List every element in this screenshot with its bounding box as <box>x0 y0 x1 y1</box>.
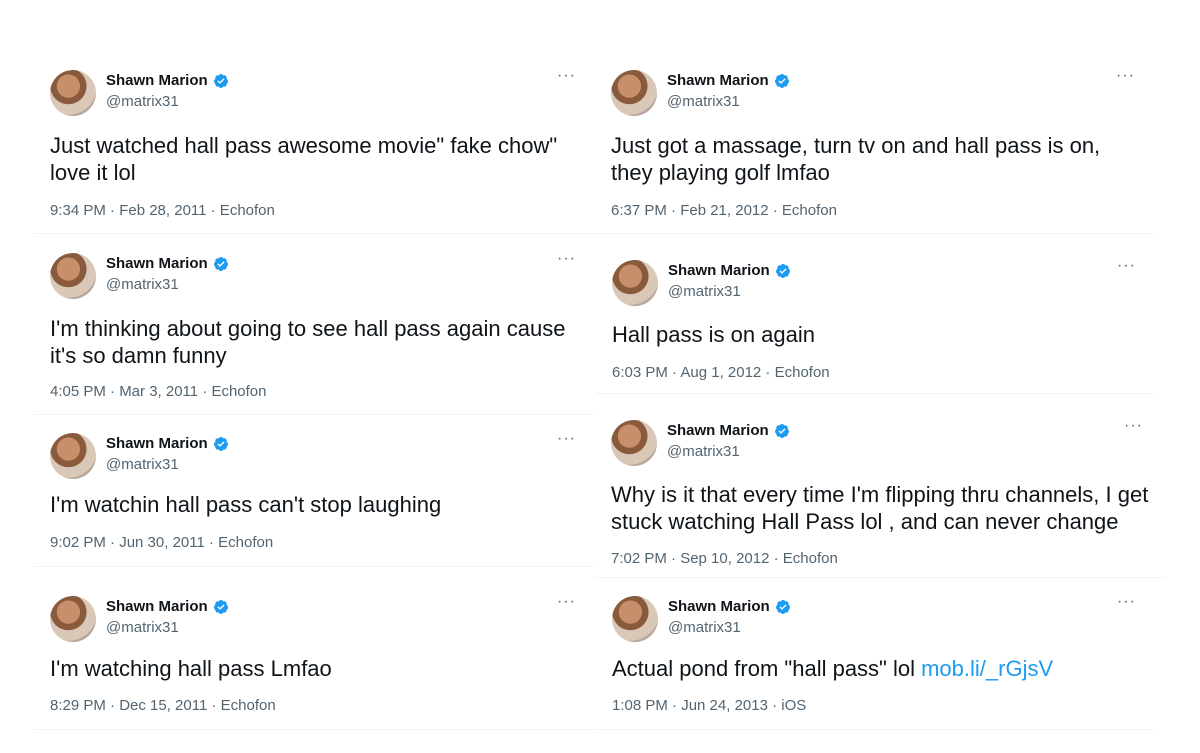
author-name[interactable]: Shawn Marion <box>667 72 790 89</box>
tweet-timestamp[interactable]: 9:02 PM · Jun 30, 2011 · Echofon <box>50 534 273 551</box>
author-handle[interactable]: @matrix31 <box>106 93 179 110</box>
tweet-text-body: Actual pond from "hall pass" lol <box>612 656 922 681</box>
tweet-card[interactable]: Shawn Marion @matrix31 ··· Just got a ma… <box>595 54 1153 234</box>
author-handle[interactable]: @matrix31 <box>106 456 179 473</box>
tweet-card[interactable]: Shawn Marion @matrix31 ··· I'm watching … <box>34 580 594 730</box>
tweet-timestamp[interactable]: 7:02 PM · Sep 10, 2012 · Echofon <box>611 550 838 567</box>
author-name-text: Shawn Marion <box>106 598 208 615</box>
verified-badge-icon <box>213 436 228 451</box>
more-options-icon[interactable]: ··· <box>557 431 576 447</box>
author-name-text: Shawn Marion <box>667 422 769 439</box>
tweet-card[interactable]: Shawn Marion @matrix31 ··· Actual pond f… <box>596 580 1154 730</box>
avatar[interactable] <box>50 433 96 479</box>
tweet-card[interactable]: Shawn Marion @matrix31 ··· Just watched … <box>34 54 594 234</box>
verified-badge-icon <box>213 256 228 271</box>
author-name[interactable]: Shawn Marion <box>106 598 229 615</box>
more-options-icon[interactable]: ··· <box>1117 258 1136 274</box>
more-options-icon[interactable]: ··· <box>557 68 576 84</box>
avatar[interactable] <box>611 420 657 466</box>
more-options-icon[interactable]: ··· <box>557 594 576 610</box>
avatar[interactable] <box>50 596 96 642</box>
author-name[interactable]: Shawn Marion <box>106 255 229 272</box>
author-handle[interactable]: @matrix31 <box>106 276 179 293</box>
tweet-text: Actual pond from "hall pass" lol mob.li/… <box>612 655 1132 682</box>
author-name-text: Shawn Marion <box>668 598 770 615</box>
tweet-text: Just got a massage, turn tv on and hall … <box>611 133 1101 185</box>
author-name[interactable]: Shawn Marion <box>106 435 229 452</box>
tweet-text: I'm watching hall pass Lmfao <box>50 656 332 681</box>
tweet-text: I'm watchin hall pass can't stop laughin… <box>50 492 442 517</box>
verified-badge-icon <box>213 73 228 88</box>
tweet-card[interactable]: Shawn Marion @matrix31 ··· I'm watchin h… <box>34 417 594 567</box>
tweet-timestamp[interactable]: 6:03 PM · Aug 1, 2012 · Echofon <box>612 364 830 381</box>
avatar[interactable] <box>50 253 96 299</box>
verified-badge-icon <box>213 599 228 614</box>
verified-badge-icon <box>774 423 789 438</box>
verified-badge-icon <box>774 73 789 88</box>
tweet-timestamp[interactable]: 4:05 PM · Mar 3, 2011 · Echofon <box>50 383 267 400</box>
more-options-icon[interactable]: ··· <box>557 251 576 267</box>
avatar[interactable] <box>612 596 658 642</box>
tweet-timestamp[interactable]: 9:34 PM · Feb 28, 2011 · Echofon <box>50 202 275 219</box>
verified-badge-icon <box>775 599 790 614</box>
verified-badge-icon <box>775 263 790 278</box>
author-handle[interactable]: @matrix31 <box>106 619 179 636</box>
more-options-icon[interactable]: ··· <box>1116 68 1135 84</box>
tweet-card[interactable]: Shawn Marion @matrix31 ··· Why is it tha… <box>595 404 1165 578</box>
author-name-text: Shawn Marion <box>106 255 208 272</box>
tweet-card[interactable]: Shawn Marion @matrix31 ··· Hall pass is … <box>596 244 1154 394</box>
avatar[interactable] <box>612 260 658 306</box>
tweet-timestamp[interactable]: 8:29 PM · Dec 15, 2011 · Echofon <box>50 697 276 714</box>
author-name[interactable]: Shawn Marion <box>667 422 790 439</box>
author-handle[interactable]: @matrix31 <box>668 619 741 636</box>
author-name-text: Shawn Marion <box>106 72 208 89</box>
author-handle[interactable]: @matrix31 <box>667 93 740 110</box>
author-name[interactable]: Shawn Marion <box>668 262 791 279</box>
tweet-link[interactable]: mob.li/_rGjsV <box>921 656 1053 681</box>
more-options-icon[interactable]: ··· <box>1117 594 1136 610</box>
tweet-text: Hall pass is on again <box>612 322 816 347</box>
author-name[interactable]: Shawn Marion <box>106 72 229 89</box>
tweet-text: Why is it that every time I'm flipping t… <box>611 482 1149 534</box>
author-name-text: Shawn Marion <box>668 262 770 279</box>
author-handle[interactable]: @matrix31 <box>667 443 740 460</box>
tweet-card[interactable]: Shawn Marion @matrix31 ··· I'm thinking … <box>34 237 594 415</box>
author-handle[interactable]: @matrix31 <box>668 283 741 300</box>
author-name[interactable]: Shawn Marion <box>668 598 791 615</box>
avatar[interactable] <box>611 70 657 116</box>
tweet-timestamp[interactable]: 6:37 PM · Feb 21, 2012 · Echofon <box>611 202 837 219</box>
tweet-text: I'm thinking about going to see hall pas… <box>50 316 566 368</box>
more-options-icon[interactable]: ··· <box>1124 418 1143 434</box>
avatar[interactable] <box>50 70 96 116</box>
author-name-text: Shawn Marion <box>106 435 208 452</box>
tweet-text: Just watched hall pass awesome movie" fa… <box>50 133 558 185</box>
author-name-text: Shawn Marion <box>667 72 769 89</box>
tweet-timestamp[interactable]: 1:08 PM · Jun 24, 2013 · iOS <box>612 697 806 714</box>
